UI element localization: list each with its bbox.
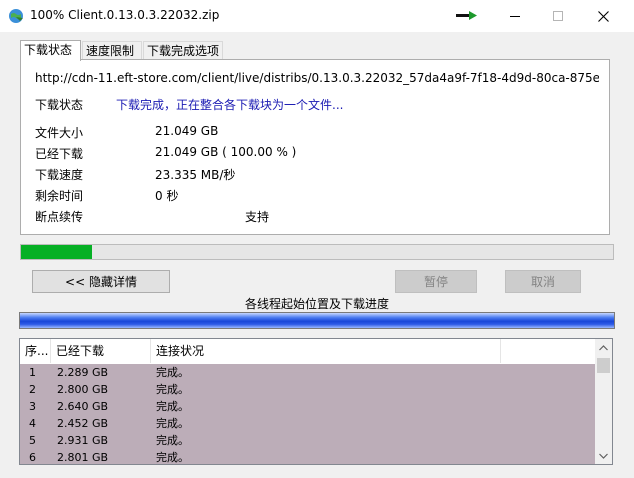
table-row[interactable]: 1 2.289 GB 完成。: [20, 364, 596, 381]
tab-completion-options[interactable]: 下载完成选项: [143, 41, 223, 60]
tab-speed-limit[interactable]: 速度限制: [82, 41, 142, 60]
file-size-value: 21.049 GB: [155, 124, 219, 138]
row-index: 1: [29, 366, 36, 379]
minimize-icon[interactable]: [492, 0, 538, 32]
speed-value: 23.335 MB/秒: [155, 168, 236, 182]
download-url: http://cdn-11.eft-store.com/client/live/…: [35, 71, 599, 85]
row-downloaded: 2.289 GB: [57, 366, 109, 379]
file-size-label: 文件大小: [35, 126, 84, 140]
column-header-downloaded[interactable]: 已经下载: [51, 339, 151, 363]
time-remaining-label: 剩余时间: [35, 189, 84, 203]
vertical-scrollbar[interactable]: [595, 339, 612, 464]
table-row[interactable]: 4 2.452 GB 完成。: [20, 415, 596, 432]
row-index: 6: [29, 451, 36, 464]
progress-fill: [21, 245, 93, 259]
globe-download-icon: [8, 8, 24, 24]
segments-caption: 各线程起始位置及下载进度: [244, 297, 389, 311]
table-row[interactable]: 2 2.800 GB 完成。: [20, 381, 596, 398]
window-title: 100% Client.0.13.0.3.22032.zip: [30, 8, 220, 22]
table-row[interactable]: 5 2.931 GB 完成。: [20, 432, 596, 449]
row-downloaded: 2.640 GB: [57, 400, 109, 413]
status-label: 下载状态: [35, 98, 84, 112]
pause-button[interactable]: 暂停: [395, 270, 477, 293]
scrollbar-thumb[interactable]: [597, 358, 610, 373]
download-progress-bar: [20, 244, 614, 260]
resume-value: 支持: [245, 210, 270, 224]
row-index: 3: [29, 400, 36, 413]
download-status-panel: http://cdn-11.eft-store.com/client/live/…: [20, 59, 610, 235]
close-icon[interactable]: [580, 0, 626, 32]
row-downloaded: 2.800 GB: [57, 383, 109, 396]
time-remaining-value: 0 秒: [155, 189, 179, 203]
hide-details-button[interactable]: << 隐藏详情: [32, 270, 170, 293]
resume-label: 断点续传: [35, 210, 84, 224]
thread-segments-bar: [19, 312, 615, 329]
row-status: 完成。: [156, 366, 189, 379]
table-row[interactable]: 3 2.640 GB 完成。: [20, 398, 596, 415]
row-status: 完成。: [156, 400, 189, 413]
thread-list[interactable]: 序... 已经下载 连接状况 1 2.289 GB 完成。 2 2.800 GB…: [19, 338, 613, 465]
row-status: 完成。: [156, 383, 189, 396]
row-status: 完成。: [156, 451, 189, 464]
column-header-status[interactable]: 连接状况: [151, 339, 501, 363]
maximize-icon[interactable]: [535, 0, 581, 32]
cancel-button[interactable]: 取消: [505, 270, 581, 293]
speed-label: 下载速度: [35, 168, 84, 182]
list-header: 序... 已经下载 连接状况: [20, 339, 596, 363]
title-bar: 100% Client.0.13.0.3.22032.zip: [0, 0, 634, 32]
row-status: 完成。: [156, 417, 189, 430]
row-index: 4: [29, 417, 36, 430]
arrow-right-icon[interactable]: [444, 0, 490, 32]
chevron-down-icon[interactable]: [595, 447, 612, 464]
table-row[interactable]: 6 2.801 GB 完成。: [20, 449, 596, 464]
row-downloaded: 2.931 GB: [57, 434, 109, 447]
tab-download-status[interactable]: 下载状态: [20, 40, 81, 61]
column-header-index[interactable]: 序...: [20, 339, 51, 363]
row-downloaded: 2.452 GB: [57, 417, 109, 430]
row-index: 2: [29, 383, 36, 396]
list-body: 1 2.289 GB 完成。 2 2.800 GB 完成。 3 2.640 GB…: [20, 364, 596, 464]
status-value: 下载完成，正在整合各下载块为一个文件...: [116, 98, 344, 112]
column-header-empty[interactable]: [501, 339, 596, 363]
chevron-up-icon[interactable]: [595, 339, 612, 356]
row-downloaded: 2.801 GB: [57, 451, 109, 464]
downloaded-label: 已经下载: [35, 147, 84, 161]
row-index: 5: [29, 434, 36, 447]
downloaded-value: 21.049 GB ( 100.00 % ): [155, 145, 297, 159]
row-status: 完成。: [156, 434, 189, 447]
